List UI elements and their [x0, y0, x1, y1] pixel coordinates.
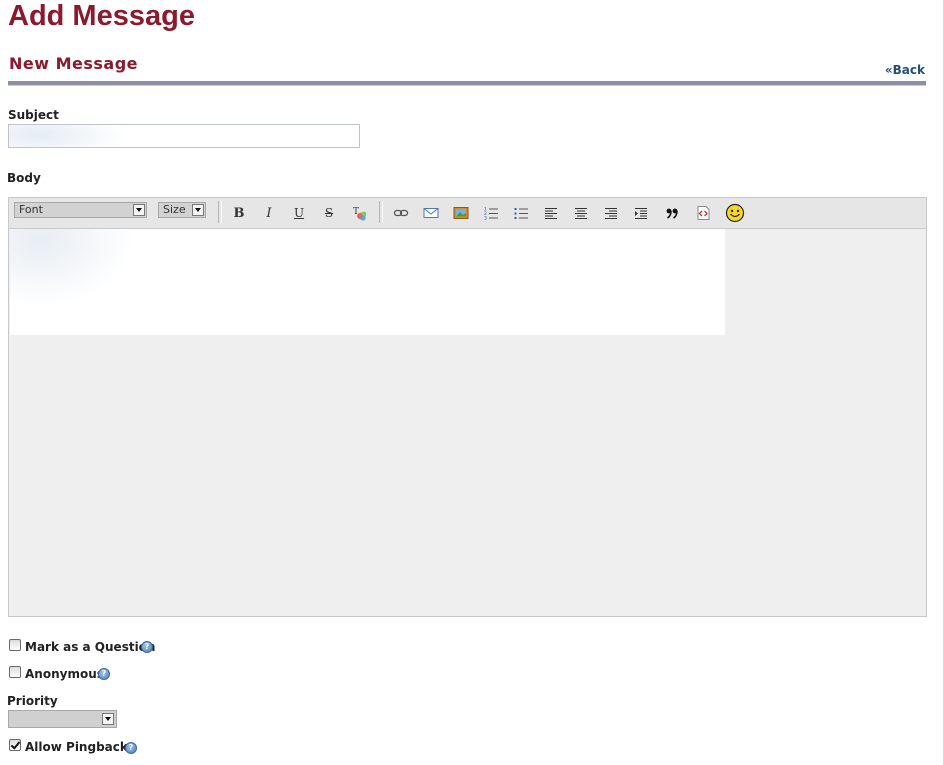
align-left-button[interactable] — [542, 204, 560, 222]
strikethrough-button[interactable]: S — [320, 204, 338, 222]
section-title: New Message — [9, 54, 139, 73]
help-icon[interactable]: ? — [98, 668, 110, 680]
toolbar-separator — [379, 201, 383, 223]
allow-pingbacks-label: Allow Pingbacks — [25, 740, 135, 754]
font-select-value: Font — [19, 203, 43, 216]
underline-button[interactable]: U — [290, 204, 308, 222]
chevron-down-icon — [192, 204, 204, 216]
editor-content-area[interactable] — [10, 229, 725, 335]
strikethrough-icon: S — [324, 206, 334, 220]
editor-toolbar: Font Size B I U S T 1 2 3 — [9, 198, 926, 229]
bold-icon: B — [233, 205, 245, 221]
help-icon[interactable]: ? — [141, 641, 153, 653]
ordered-list-icon: 1 2 3 — [484, 207, 498, 222]
bold-button[interactable]: B — [230, 204, 248, 222]
subject-input[interactable] — [8, 124, 360, 148]
indent-icon — [635, 208, 647, 219]
body-label: Body — [7, 171, 41, 185]
image-button[interactable] — [452, 204, 470, 222]
help-icon[interactable]: ? — [125, 742, 137, 754]
code-button[interactable] — [694, 204, 712, 222]
ordered-list-button[interactable]: 1 2 3 — [482, 204, 500, 222]
image-icon — [453, 207, 469, 219]
email-icon — [423, 208, 439, 218]
anonymous-checkbox[interactable] — [9, 666, 21, 678]
chevron-down-icon — [102, 713, 114, 725]
size-select-value: Size — [163, 203, 186, 216]
align-right-button[interactable] — [602, 204, 620, 222]
size-select[interactable]: Size — [158, 202, 206, 218]
unordered-list-icon — [514, 208, 528, 219]
emoticon-button[interactable] — [725, 203, 745, 223]
allow-pingbacks-checkbox[interactable] — [9, 739, 21, 751]
align-left-icon — [545, 208, 557, 219]
unordered-list-button[interactable] — [512, 204, 530, 222]
code-icon — [697, 206, 710, 220]
link-icon — [393, 209, 409, 217]
section-divider — [8, 81, 926, 86]
priority-label: Priority — [7, 694, 58, 708]
quote-button[interactable] — [663, 204, 681, 222]
subject-label: Subject — [8, 108, 59, 122]
anonymous-label: Anonymous — [25, 667, 104, 681]
back-link[interactable]: «Back — [885, 63, 925, 77]
italic-button[interactable]: I — [260, 204, 278, 222]
page-title: Add Message — [8, 0, 195, 32]
chevron-down-icon — [133, 204, 145, 216]
mark-as-question-checkbox[interactable] — [9, 639, 21, 651]
indent-button[interactable] — [632, 204, 650, 222]
underline-icon: U — [293, 206, 305, 220]
priority-select[interactable] — [8, 710, 117, 728]
italic-icon: I — [266, 205, 272, 221]
quote-icon — [666, 208, 678, 219]
text-color-icon: T — [353, 207, 367, 221]
text-color-button[interactable]: T — [351, 204, 369, 222]
align-center-button[interactable] — [572, 204, 590, 222]
toolbar-separator — [218, 201, 222, 223]
smiley-icon — [725, 203, 745, 223]
align-right-icon — [605, 208, 617, 219]
svg-text:3: 3 — [484, 216, 487, 222]
font-select[interactable]: Font — [14, 202, 147, 218]
align-center-icon — [575, 208, 587, 219]
link-button[interactable] — [392, 204, 410, 222]
mark-as-question-label: Mark as a Question — [25, 640, 156, 654]
email-button[interactable] — [422, 204, 440, 222]
rich-text-editor: Font Size B I U S T 1 2 3 — [8, 197, 927, 617]
